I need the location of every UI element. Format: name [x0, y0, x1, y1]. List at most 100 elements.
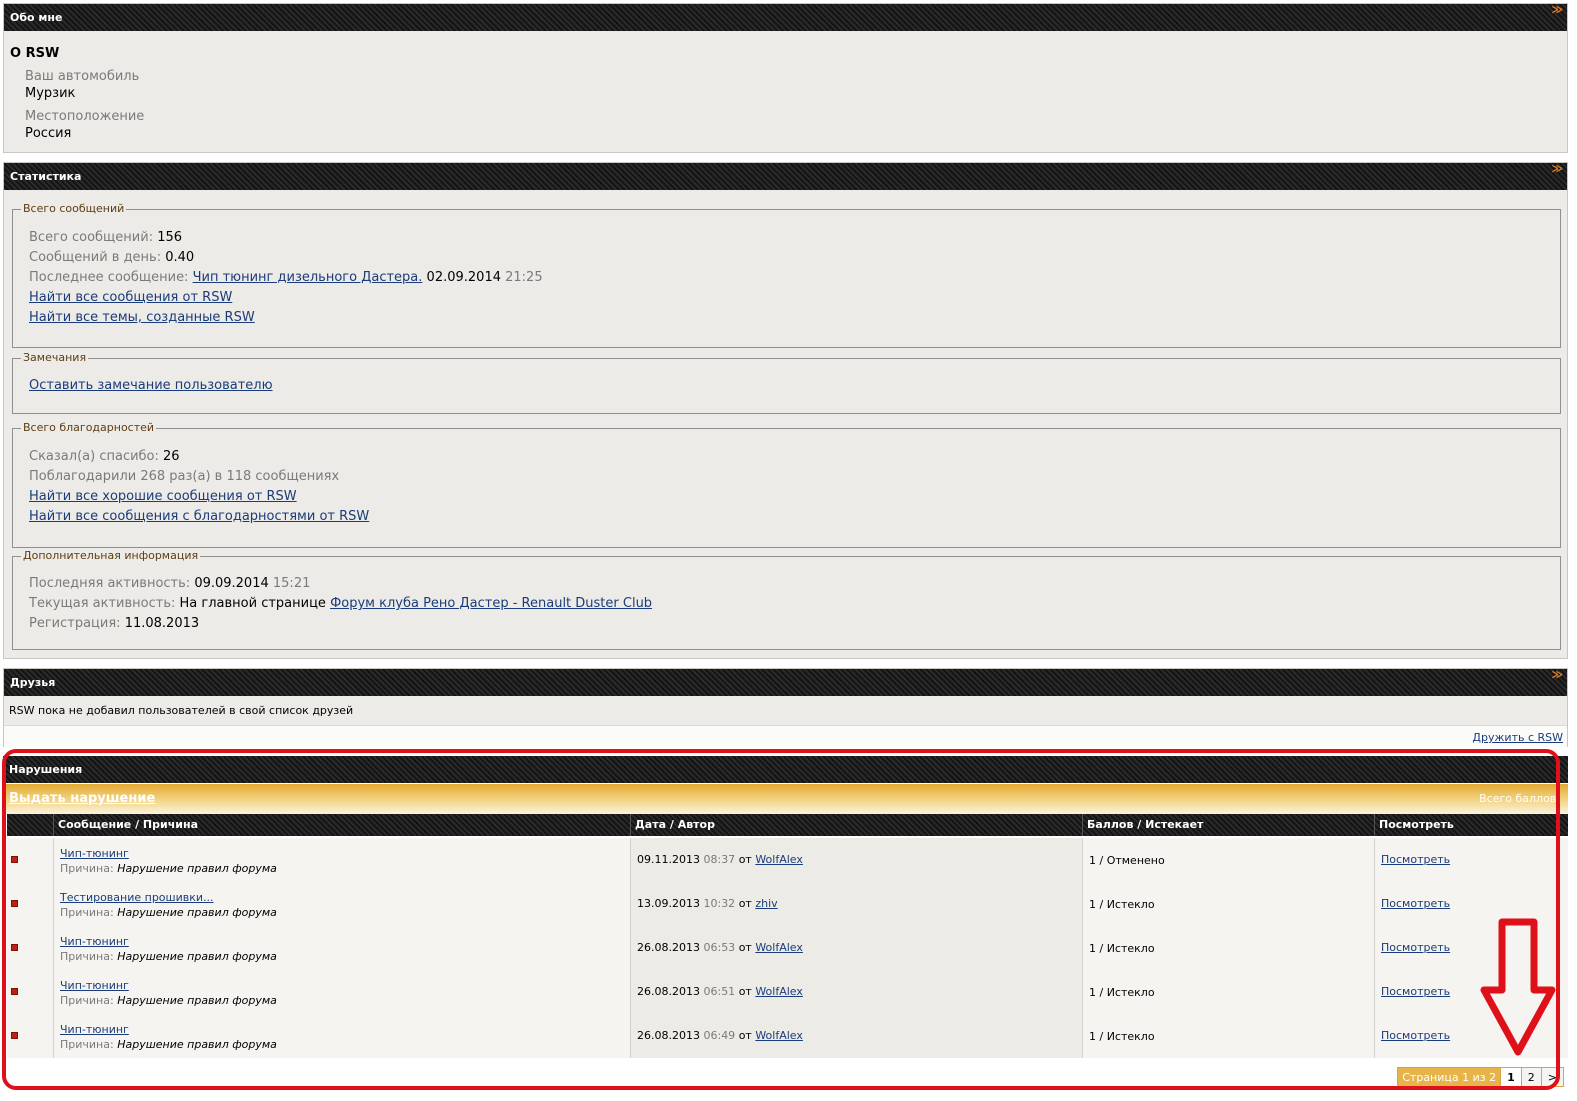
friends-footer: Дружить с RSW — [4, 725, 1567, 747]
row-date-cell: 26.08.2013 06:51 от WolfAlex — [630, 970, 1082, 1014]
about-car-value: Мурзик — [25, 86, 76, 101]
pager-page-2[interactable]: 2 — [1520, 1068, 1541, 1086]
violation-date: 13.09.2013 10:32 от zhiv — [637, 897, 778, 910]
table-row: Чип-тюнинг Причина: Нарушение правил фору… — [7, 838, 1568, 882]
pager-next[interactable]: > — [1540, 1068, 1563, 1086]
last-post-link[interactable]: Чип тюнинг дизельного Дастера. — [193, 270, 423, 285]
violation-date: 26.08.2013 06:49 от WolfAlex — [637, 1029, 803, 1042]
issue-violation-link[interactable]: Выдать нарушение — [9, 791, 155, 806]
col-icon — [7, 814, 53, 836]
violations-section: Нарушения Выдать нарушение Всего баллов:… — [3, 756, 1568, 1089]
collapse-icon[interactable]: ≫ — [1551, 661, 1563, 688]
violation-icon — [11, 944, 18, 951]
view-violation-link[interactable]: Посмотреть — [1381, 941, 1450, 954]
violation-date: 26.08.2013 06:53 от WolfAlex — [637, 941, 803, 954]
violation-author-link[interactable]: zhiv — [755, 897, 777, 910]
extra-legend: Дополнительная информация — [21, 549, 201, 562]
violation-author-link[interactable]: WolfAlex — [755, 1029, 803, 1042]
violation-post-link[interactable]: Чип-тюнинг — [60, 1023, 129, 1036]
row-points-cell: 1 / Истекло — [1082, 970, 1374, 1014]
row-message-cell: Чип-тюнинг Причина: Нарушение правил фору… — [53, 1014, 630, 1058]
find-posts-link[interactable]: Найти все сообщения от RSW — [29, 290, 232, 305]
row-icon-cell — [7, 970, 53, 1014]
row-view-cell: Посмотреть — [1374, 838, 1568, 882]
about-header: Обо мне ≫ — [4, 3, 1567, 31]
notes-legend: Замечания — [21, 351, 89, 364]
thanks-legend: Всего благодарностей — [21, 421, 157, 434]
violation-author-link[interactable]: WolfAlex — [755, 985, 803, 998]
violation-icon — [11, 900, 18, 907]
violation-post-link[interactable]: Чип-тюнинг — [60, 979, 129, 992]
pager: Страница 1 из 2 1 2 > — [1397, 1067, 1564, 1087]
stats-header: Статистика ≫ — [4, 162, 1567, 190]
find-threads-link[interactable]: Найти все темы, созданные RSW — [29, 310, 255, 325]
thanks-fieldset: Всего благодарностей Сказал(а) спасибо: … — [12, 421, 1561, 548]
row-points-cell: 1 / Истекло — [1082, 882, 1374, 926]
last-activity-row: Последняя активность: 09.09.2014 15:21 — [29, 576, 311, 591]
friends-empty-text: RSW пока не добавил пользователей в свой… — [9, 704, 354, 717]
posts-total-row: Всего сообщений: 156 — [29, 230, 183, 245]
find-thanked-posts-link[interactable]: Найти все сообщения с благодарностями от… — [29, 509, 369, 524]
violation-icon — [11, 1032, 18, 1039]
befriend-link[interactable]: Дружить с RSW — [1472, 731, 1563, 744]
view-violation-link[interactable]: Посмотреть — [1381, 897, 1450, 910]
view-violation-link[interactable]: Посмотреть — [1381, 853, 1450, 866]
violation-points: 1 / Истекло — [1089, 986, 1155, 999]
row-message-cell: Тестирование прошивки... Причина: Нарушен… — [53, 882, 630, 926]
stats-section: Статистика ≫ Всего сообщений Всего сообщ… — [3, 162, 1568, 659]
total-points-label: Всего баллов: — [1479, 792, 1560, 805]
notes-fieldset: Замечания Оставить замечание пользовател… — [12, 351, 1561, 414]
table-row: Чип-тюнинг Причина: Нарушение правил фору… — [7, 970, 1568, 1014]
view-violation-link[interactable]: Посмотреть — [1381, 1029, 1450, 1042]
row-icon-cell — [7, 1014, 53, 1058]
posts-last-row: Последнее сообщение: Чип тюнинг дизельно… — [29, 270, 543, 285]
about-title: О RSW — [10, 46, 60, 61]
violation-reason: Причина: Нарушение правил форума — [60, 906, 277, 919]
violation-icon — [11, 856, 18, 863]
violation-points: 1 / Отменено — [1089, 854, 1165, 867]
violation-author-link[interactable]: WolfAlex — [755, 941, 803, 954]
violation-date: 26.08.2013 06:51 от WolfAlex — [637, 985, 803, 998]
row-date-cell: 09.11.2013 08:37 от WolfAlex — [630, 838, 1082, 882]
violation-icon — [11, 988, 18, 995]
thanks-received: Поблагодарили 268 раз(а) в 118 сообщения… — [29, 469, 340, 484]
violation-author-link[interactable]: WolfAlex — [755, 853, 803, 866]
violation-post-link[interactable]: Тестирование прошивки... — [60, 891, 214, 904]
forum-home-link[interactable]: Форум клуба Рено Дастер - Renault Duster… — [330, 596, 652, 611]
row-date-cell: 26.08.2013 06:49 от WolfAlex — [630, 1014, 1082, 1058]
table-row: Тестирование прошивки... Причина: Нарушен… — [7, 882, 1568, 926]
row-message-cell: Чип-тюнинг Причина: Нарушение правил фору… — [53, 970, 630, 1014]
violation-date: 09.11.2013 08:37 от WolfAlex — [637, 853, 803, 866]
row-icon-cell — [7, 882, 53, 926]
col-message: Сообщение / Причина — [53, 814, 630, 836]
collapse-icon[interactable]: ≫ — [1551, 155, 1563, 182]
pager-label: Страница 1 из 2 — [1398, 1068, 1501, 1086]
about-car-label: Ваш автомобиль — [25, 69, 140, 84]
violation-reason: Причина: Нарушение правил форума — [60, 1038, 277, 1051]
leave-note-link[interactable]: Оставить замечание пользователю — [29, 378, 273, 393]
row-message-cell: Чип-тюнинг Причина: Нарушение правил фору… — [53, 926, 630, 970]
find-good-posts-link[interactable]: Найти все хорошие сообщения от RSW — [29, 489, 297, 504]
posts-perday-row: Сообщений в день: 0.40 — [29, 250, 195, 265]
row-message-cell: Чип-тюнинг Причина: Нарушение правил фору… — [53, 838, 630, 882]
annotation-arrow-icon — [1480, 918, 1556, 1056]
current-activity-row: Текущая активность: На главной странице … — [29, 596, 653, 611]
violation-post-link[interactable]: Чип-тюнинг — [60, 935, 129, 948]
violation-reason: Причина: Нарушение правил форума — [60, 994, 277, 1007]
row-points-cell: 1 / Истекло — [1082, 1014, 1374, 1058]
row-date-cell: 26.08.2013 06:53 от WolfAlex — [630, 926, 1082, 970]
extra-fieldset: Дополнительная информация Последняя акти… — [12, 549, 1561, 650]
about-location-label: Местоположение — [25, 109, 145, 124]
table-row: Чип-тюнинг Причина: Нарушение правил фору… — [7, 1014, 1568, 1058]
view-violation-link[interactable]: Посмотреть — [1381, 985, 1450, 998]
violation-points: 1 / Истекло — [1089, 898, 1155, 911]
violation-post-link[interactable]: Чип-тюнинг — [60, 847, 129, 860]
posts-fieldset: Всего сообщений Всего сообщений: 156 Соо… — [12, 202, 1561, 348]
violations-header: Нарушения — [3, 756, 1568, 783]
row-icon-cell — [7, 838, 53, 882]
collapse-icon[interactable]: ≫ — [1551, 0, 1563, 23]
table-row: Чип-тюнинг Причина: Нарушение правил фору… — [7, 926, 1568, 970]
row-date-cell: 13.09.2013 10:32 от zhiv — [630, 882, 1082, 926]
row-points-cell: 1 / Отменено — [1082, 838, 1374, 882]
violation-reason: Причина: Нарушение правил форума — [60, 950, 277, 963]
